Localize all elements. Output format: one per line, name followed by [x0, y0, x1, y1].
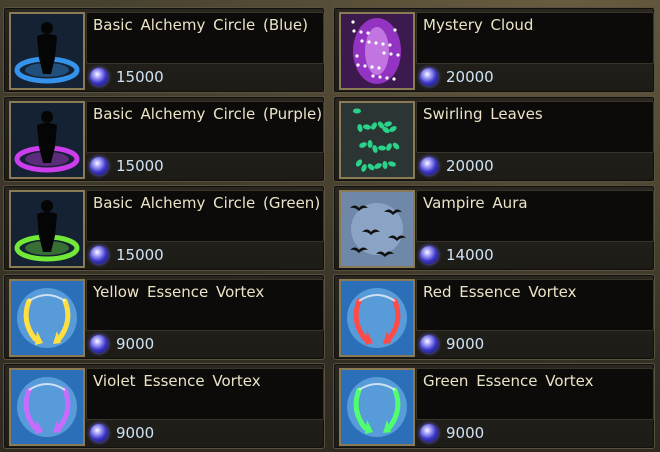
- item-name: Basic Alchemy Circle (Green): [93, 194, 321, 212]
- item-price: 15000: [90, 66, 164, 88]
- item-name: Basic Alchemy Circle (Blue): [93, 16, 308, 34]
- mystery-cloud-icon[interactable]: [339, 12, 415, 90]
- shop-item-card[interactable]: Yellow Essence Vortex 9000: [3, 274, 325, 360]
- item-price: 15000: [90, 155, 164, 177]
- essence-orb-icon: [420, 335, 438, 353]
- shop-item-card[interactable]: Red Essence Vortex 9000: [333, 274, 655, 360]
- item-price-amount: 9000: [446, 424, 485, 442]
- item-name-box: Mystery Cloud: [416, 12, 654, 64]
- item-name-box: Yellow Essence Vortex: [86, 279, 324, 331]
- shop-item-card[interactable]: Basic Alchemy Circle (Green) 15000: [3, 185, 325, 271]
- item-name-box: Basic Alchemy Circle (Green): [86, 190, 324, 242]
- item-name: Basic Alchemy Circle (Purple): [93, 105, 323, 123]
- shop-item-card[interactable]: Green Essence Vortex 9000: [333, 363, 655, 449]
- violet-essence-vortex-icon[interactable]: [9, 368, 85, 446]
- alchemy-circle-purple-icon[interactable]: [9, 101, 85, 179]
- item-price: 20000: [420, 155, 494, 177]
- item-name: Swirling Leaves: [423, 105, 543, 123]
- essence-orb-icon: [90, 68, 108, 86]
- item-name: Mystery Cloud: [423, 16, 534, 34]
- item-price-amount: 15000: [116, 157, 164, 175]
- swirling-leaves-icon[interactable]: [339, 101, 415, 179]
- item-price-amount: 9000: [116, 424, 155, 442]
- item-price-amount: 20000: [446, 68, 494, 86]
- item-price-amount: 20000: [446, 157, 494, 175]
- item-name-box: Swirling Leaves: [416, 101, 654, 153]
- item-price-amount: 9000: [446, 335, 485, 353]
- yellow-essence-vortex-icon[interactable]: [9, 279, 85, 357]
- item-price: 9000: [420, 333, 484, 355]
- shop-item-card[interactable]: Swirling Leaves 20000: [333, 96, 655, 182]
- item-price: 14000: [420, 244, 494, 266]
- item-price-amount: 15000: [116, 68, 164, 86]
- item-name: Violet Essence Vortex: [93, 372, 261, 390]
- alchemy-circle-green-icon[interactable]: [9, 190, 85, 268]
- green-essence-vortex-icon[interactable]: [339, 368, 415, 446]
- item-price: 9000: [90, 333, 154, 355]
- shop-item-card[interactable]: Mystery Cloud 20000: [333, 7, 655, 93]
- red-essence-vortex-icon[interactable]: [339, 279, 415, 357]
- item-name-box: Basic Alchemy Circle (Purple): [86, 101, 324, 153]
- shop-item-grid: Basic Alchemy Circle (Blue) 15000 Myster…: [0, 0, 660, 452]
- essence-orb-icon: [420, 246, 438, 264]
- item-name-box: Green Essence Vortex: [416, 368, 654, 420]
- essence-orb-icon: [420, 424, 438, 442]
- alchemy-circle-blue-icon[interactable]: [9, 12, 85, 90]
- shop-item-card[interactable]: Basic Alchemy Circle (Blue) 15000: [3, 7, 325, 93]
- item-price-amount: 9000: [116, 335, 155, 353]
- item-name: Yellow Essence Vortex: [93, 283, 265, 301]
- essence-orb-icon: [90, 157, 108, 175]
- item-name-box: Violet Essence Vortex: [86, 368, 324, 420]
- item-price-amount: 14000: [446, 246, 494, 264]
- essence-orb-icon: [90, 335, 108, 353]
- item-price: 9000: [90, 422, 154, 444]
- item-price: 15000: [90, 244, 164, 266]
- essence-orb-icon: [90, 424, 108, 442]
- shop-item-card[interactable]: Violet Essence Vortex 9000: [3, 363, 325, 449]
- item-name-box: Red Essence Vortex: [416, 279, 654, 331]
- item-price: 20000: [420, 66, 494, 88]
- shop-item-card[interactable]: Basic Alchemy Circle (Purple) 15000: [3, 96, 325, 182]
- shop-item-card[interactable]: Vampire Aura 14000: [333, 185, 655, 271]
- essence-orb-icon: [420, 68, 438, 86]
- item-name: Vampire Aura: [423, 194, 528, 212]
- item-name: Red Essence Vortex: [423, 283, 577, 301]
- essence-orb-icon: [90, 246, 108, 264]
- item-name-box: Vampire Aura: [416, 190, 654, 242]
- item-price-amount: 15000: [116, 246, 164, 264]
- item-name: Green Essence Vortex: [423, 372, 594, 390]
- essence-orb-icon: [420, 157, 438, 175]
- vampire-aura-icon[interactable]: [339, 190, 415, 268]
- item-price: 9000: [420, 422, 484, 444]
- item-name-box: Basic Alchemy Circle (Blue): [86, 12, 324, 64]
